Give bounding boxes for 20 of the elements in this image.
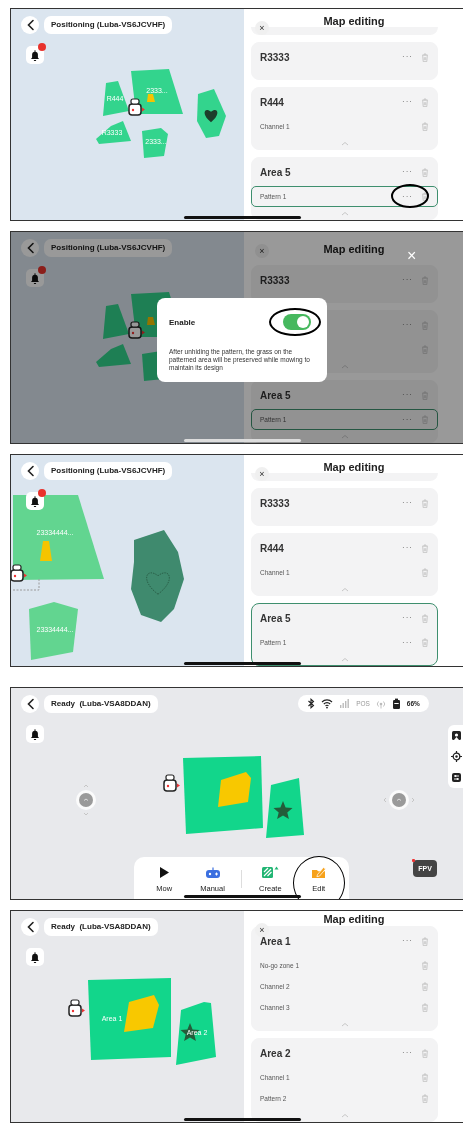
area-name: Area 2 — [260, 1047, 292, 1059]
area-name: Area 5 — [260, 166, 292, 178]
device-status-title: Positioning (Luba-VS6JCVHF) — [44, 16, 173, 34]
panel-title: Map editing — [323, 15, 385, 27]
area-name: Area 1 — [260, 935, 292, 947]
device-status-title: Positioning (Luba-VS6JCVHF) — [44, 462, 173, 480]
panel-title: Map editing — [323, 461, 385, 473]
panel-title: Map editing — [323, 912, 385, 925]
panel-title: Map editing — [323, 242, 385, 255]
area-name: R3333 — [260, 51, 291, 63]
area-name: R3333 — [260, 497, 291, 509]
device-status-title: Ready (Luba-VSA8DDAN) — [44, 695, 158, 713]
area-name: Area 5 — [260, 389, 292, 401]
area-name: R444 — [260, 96, 285, 108]
device-status-title: Ready (Luba-VSA8DDAN) — [44, 918, 158, 936]
device-status-title: Positioning (Luba-VS6JCVHF) — [44, 239, 173, 257]
dialog-label: Enable — [169, 317, 196, 327]
area-name: R3333 — [260, 274, 291, 286]
area-name: Area 5 — [260, 612, 292, 624]
area-name: R444 — [260, 542, 285, 554]
